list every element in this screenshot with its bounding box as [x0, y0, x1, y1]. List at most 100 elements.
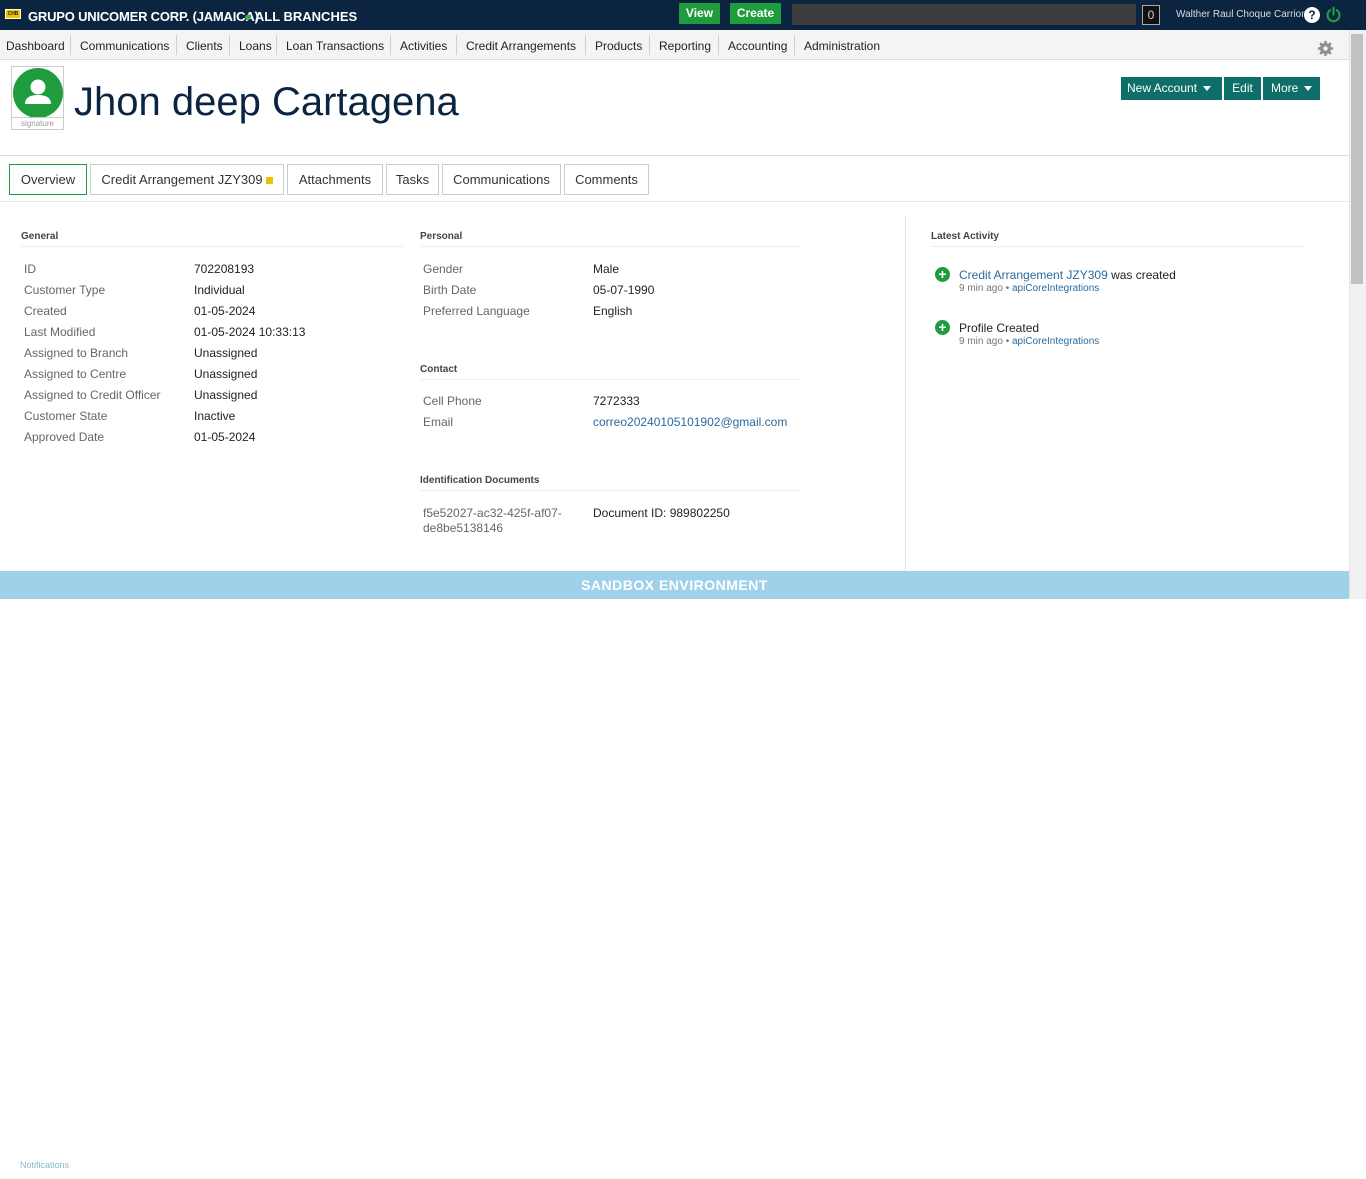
signature-label[interactable]: signature [12, 117, 63, 129]
add-circle-icon: + [935, 267, 950, 282]
activity-link[interactable]: Credit Arrangement JZY309 [959, 268, 1108, 282]
field-label: Assigned to Branch [24, 346, 129, 360]
tab-communications[interactable]: Communications [442, 164, 561, 195]
main-nav: Dashboard Communications Clients Loans L… [0, 30, 1349, 60]
nav-divider [649, 35, 650, 55]
nav-divider [276, 35, 277, 55]
field-label: ID [24, 262, 36, 276]
power-icon[interactable] [1325, 6, 1342, 23]
tab-overview[interactable]: Overview [9, 164, 87, 195]
more-label: More [1271, 81, 1299, 95]
section-title-contact: Contact [420, 364, 800, 380]
branch-label: ALL BRANCHES [254, 9, 358, 24]
section-title-personal: Personal [420, 231, 800, 247]
branch-selector[interactable]: ● ALL BRANCHES [244, 9, 357, 24]
field-value: Unassigned [194, 346, 258, 360]
nav-activities[interactable]: Activities [400, 39, 447, 53]
field-value: 01-05-2024 [194, 430, 256, 444]
nav-divider [229, 35, 230, 55]
help-icon[interactable]: ? [1304, 7, 1320, 23]
field-label: Customer Type [24, 283, 106, 297]
activity-time: 9 min ago [959, 283, 1003, 294]
view-button[interactable]: View [679, 3, 720, 24]
field-label: Assigned to Credit Officer [24, 388, 161, 402]
field-value: English [593, 304, 633, 318]
field-value: 01-05-2024 10:33:13 [194, 325, 306, 339]
more-button[interactable]: More [1263, 77, 1320, 100]
activity-meta: 9 min ago • apiCoreIntegrations [959, 283, 1099, 294]
scrollbar-thumb[interactable] [1351, 34, 1363, 284]
tab-tasks[interactable]: Tasks [386, 164, 439, 195]
field-value: 01-05-2024 [194, 304, 256, 318]
user-name[interactable]: Walther Raul Choque Carrion [1176, 9, 1307, 20]
settings-gear-icon[interactable] [1317, 40, 1334, 57]
field-label: Cell Phone [423, 394, 482, 408]
nav-loan-transactions[interactable]: Loan Transactions [286, 39, 384, 53]
new-account-button[interactable]: New Account [1121, 77, 1222, 100]
caret-down-icon [1203, 86, 1212, 92]
edit-button[interactable]: Edit [1224, 77, 1261, 100]
section-title-general: General [21, 231, 404, 247]
activity-text: Credit Arrangement JZY309 was created [959, 268, 1176, 282]
nav-administration[interactable]: Administration [804, 39, 880, 53]
tab-credit-arrangement[interactable]: Credit Arrangement JZY309 [90, 164, 284, 195]
nav-accounting[interactable]: Accounting [728, 39, 787, 53]
nav-credit-arrangements[interactable]: Credit Arrangements [466, 39, 576, 53]
nav-reporting[interactable]: Reporting [659, 39, 711, 53]
activity-text: Profile Created [959, 321, 1040, 335]
activity-user-link[interactable]: apiCoreIntegrations [1012, 283, 1099, 294]
page-title: Jhon deep Cartagena [74, 80, 459, 124]
field-label: Approved Date [24, 430, 105, 444]
nav-dashboard[interactable]: Dashboard [6, 39, 65, 53]
activity-description: was created [1107, 268, 1176, 282]
tab-credit-arrangement-label: Credit Arrangement JZY309 [101, 172, 263, 187]
caret-down-icon [1304, 86, 1313, 92]
notification-counter[interactable]: 0 [1142, 5, 1160, 25]
document-id-part1: f5e52027-ac32-425f-af07- [423, 506, 562, 520]
status-square-icon [265, 177, 273, 185]
field-value: Unassigned [194, 388, 258, 402]
notifications-label[interactable]: Notifications [20, 1151, 69, 1179]
field-label: Created [24, 304, 67, 318]
field-label: Email [423, 415, 454, 429]
sandbox-banner: SANDBOX ENVIRONMENT Notifications [0, 571, 1349, 1170]
sandbox-label: SANDBOX ENVIRONMENT [581, 577, 768, 593]
nav-divider [456, 35, 457, 55]
avatar-circle [13, 68, 63, 118]
field-label: Gender [423, 262, 464, 276]
tab-bar: Overview Credit Arrangement JZY309 Attac… [0, 156, 1349, 202]
top-bar: CHB GRUPO UNICOMER CORP. (JAMAICA) ● ALL … [0, 0, 1366, 30]
nav-clients[interactable]: Clients [186, 39, 223, 53]
add-circle-icon: + [935, 320, 950, 335]
activity-meta: 9 min ago • apiCoreIntegrations [959, 336, 1099, 347]
activity-separator: • [1002, 336, 1012, 347]
nav-communications[interactable]: Communications [80, 39, 169, 53]
nav-loans[interactable]: Loans [239, 39, 272, 53]
field-value: 702208193 [194, 262, 255, 276]
section-title-identification: Identification Documents [420, 475, 800, 491]
nav-divider [585, 35, 586, 55]
column-divider [905, 216, 906, 571]
branch-dot-icon: ● [244, 9, 252, 24]
field-value: 7272333 [593, 394, 640, 408]
field-value: Unassigned [194, 367, 258, 381]
avatar[interactable]: signature [11, 66, 64, 130]
tab-comments[interactable]: Comments [564, 164, 649, 195]
user-icon [25, 79, 51, 104]
section-title-latest-activity: Latest Activity [931, 231, 1304, 247]
nav-divider [718, 35, 719, 55]
nav-products[interactable]: Products [595, 39, 642, 53]
field-label: Last Modified [24, 325, 96, 339]
tab-attachments[interactable]: Attachments [287, 164, 383, 195]
create-button[interactable]: Create [730, 3, 781, 24]
search-input[interactable] [792, 4, 1136, 25]
field-label: Assigned to Centre [24, 367, 127, 381]
company-logo[interactable]: CHB [5, 9, 21, 19]
new-account-label: New Account [1127, 81, 1198, 95]
organization-name: GRUPO UNICOMER CORP. (JAMAICA) [28, 9, 259, 24]
activity-user-link[interactable]: apiCoreIntegrations [1012, 336, 1099, 347]
field-value: 05-07-1990 [593, 283, 655, 297]
document-value: Document ID: 989802250 [593, 506, 730, 520]
nav-divider [176, 35, 177, 55]
email-link[interactable]: correo20240105101902@gmail.com [593, 415, 787, 429]
